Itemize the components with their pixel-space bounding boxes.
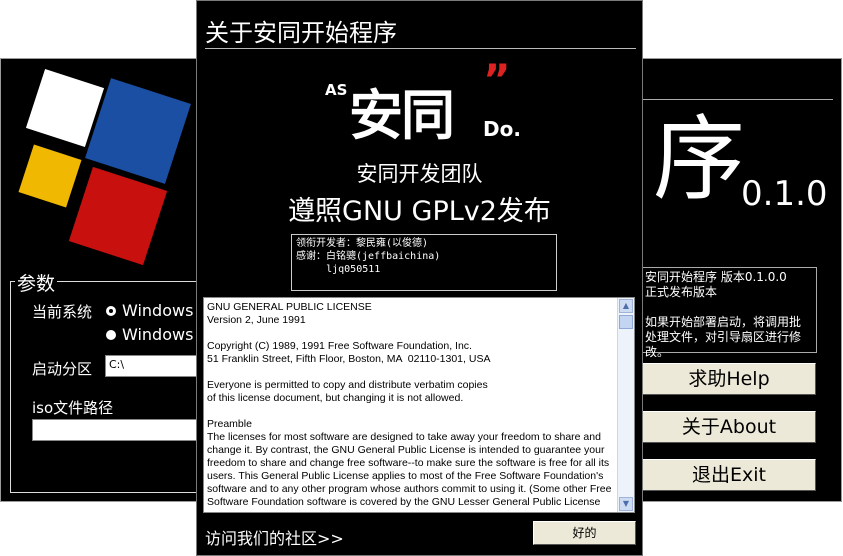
radio-selected-icon bbox=[106, 305, 116, 316]
info-line: 如果开始部署启动，将调用批 bbox=[645, 315, 802, 329]
team-name: 安同开发团队 bbox=[356, 162, 483, 186]
boot-partition-field[interactable]: C:\ bbox=[105, 355, 199, 377]
credits-line: 领衔开发者：黎民雍(以俊德) bbox=[296, 238, 429, 249]
brand-as: AS bbox=[325, 81, 348, 99]
app-title-char: 序 bbox=[653, 106, 746, 213]
current-system-label: 当前系统 bbox=[32, 303, 93, 321]
credits-box: 领衔开发者：黎民雍(以俊德) 感谢：白铭骢(jeffbaichina) ljq0… bbox=[291, 234, 557, 291]
radio-windows-1[interactable]: Windows bbox=[106, 301, 193, 320]
info-line bbox=[645, 300, 813, 315]
scroll-up-icon[interactable]: ▲ bbox=[619, 299, 633, 313]
info-line: 安同开始程序 版本0.1.0.0 bbox=[645, 270, 787, 284]
brand-do: Do. bbox=[483, 117, 521, 141]
community-link[interactable]: 访问我们的社区>> bbox=[205, 525, 344, 549]
info-box: 安同开始程序 版本0.1.0.0 正式发布版本 如果开始部署启动，将调用批 处理… bbox=[641, 267, 817, 359]
info-line: 处理文件，对引导扇区进行修 bbox=[645, 330, 802, 344]
about-title-separator bbox=[205, 48, 636, 49]
radio-unselected-icon bbox=[106, 329, 116, 340]
radio-windows-2[interactable]: Windows bbox=[106, 325, 193, 344]
scroll-thumb[interactable] bbox=[619, 315, 633, 329]
credits-line: 感谢：白铭骢(jeffbaichina) bbox=[296, 251, 441, 262]
license-scrollbar[interactable]: ▲ ▼ bbox=[617, 298, 634, 512]
ok-button[interactable]: 好的 bbox=[533, 521, 636, 545]
version-label: 0.1.0 bbox=[741, 174, 828, 214]
about-title: 关于安同开始程序 bbox=[205, 19, 397, 47]
license-textarea[interactable]: GNU GENERAL PUBLIC LICENSE Version 2, Ju… bbox=[203, 297, 635, 513]
scroll-down-icon[interactable]: ▼ bbox=[619, 497, 633, 511]
radio-windows-1-label: Windows bbox=[122, 301, 194, 320]
info-line: 改。 bbox=[645, 345, 670, 359]
about-dialog: 关于安同开始程序 AS 安同 ” Do. 安同开发团队 遵照GNU GPLv2发… bbox=[196, 0, 643, 556]
radio-windows-2-label: Windows bbox=[122, 325, 194, 344]
license-statement: 遵照GNU GPLv2发布 bbox=[288, 196, 551, 227]
help-button[interactable]: 求助Help bbox=[642, 363, 816, 395]
about-button[interactable]: 关于About bbox=[642, 411, 816, 443]
title-separator bbox=[641, 99, 833, 100]
brand-quote: ” bbox=[483, 55, 511, 104]
license-text: GNU GENERAL PUBLIC LICENSE Version 2, Ju… bbox=[207, 301, 612, 508]
iso-path-label: iso文件路径 bbox=[32, 399, 114, 417]
params-legend: 参数 bbox=[15, 269, 58, 296]
boot-partition-label: 启动分区 bbox=[32, 360, 93, 378]
brand-logo: AS 安同 ” Do. bbox=[323, 55, 523, 147]
exit-button[interactable]: 退出Exit bbox=[642, 459, 816, 491]
brand-name: 安同 bbox=[349, 84, 455, 147]
credits-line: ljq050511 bbox=[296, 264, 381, 275]
logo-yellow-square bbox=[18, 144, 82, 208]
logo-red-square bbox=[68, 166, 168, 266]
iso-path-field[interactable] bbox=[32, 419, 199, 441]
info-line: 正式发布版本 bbox=[645, 285, 718, 299]
